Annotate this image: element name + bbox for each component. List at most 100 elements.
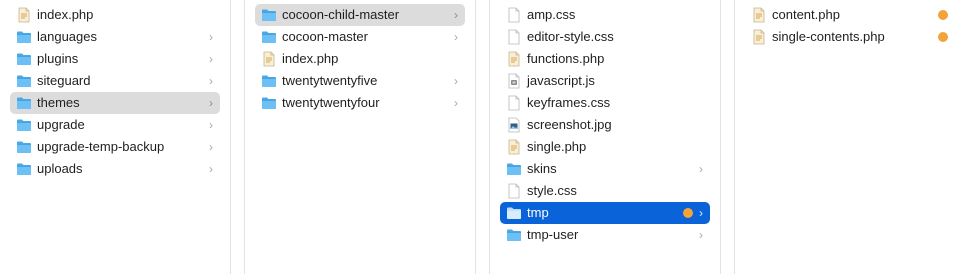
folder-row-twentytwentyfour[interactable]: twentytwentyfour › (255, 92, 465, 114)
file-row-functions-php[interactable]: functions.php (500, 48, 710, 70)
item-label: single.php (527, 139, 587, 154)
folder-icon (506, 205, 522, 221)
folder-icon (506, 227, 522, 243)
item-label: screenshot.jpg (527, 117, 612, 132)
folder-icon (261, 73, 277, 89)
chevron-right-icon: › (209, 52, 213, 66)
folder-row-skins[interactable]: skins › (500, 158, 710, 180)
file-row-editor-style-css[interactable]: editor-style.css (500, 26, 710, 48)
chevron-right-icon: › (209, 74, 213, 88)
document-icon (506, 95, 522, 111)
folder-row-twentytwentyfive[interactable]: twentytwentyfive › (255, 70, 465, 92)
folder-row-siteguard[interactable]: siteguard › (10, 70, 220, 92)
item-label: siteguard (37, 73, 91, 88)
chevron-right-icon: › (454, 74, 458, 88)
item-label: cocoon-master (282, 29, 368, 44)
chevron-right-icon: › (209, 118, 213, 132)
browser-column-2: cocoon-child-master › cocoon-master › inde… (245, 0, 475, 274)
script-file-icon (506, 73, 522, 89)
document-icon (506, 29, 522, 45)
php-file-icon (751, 29, 767, 45)
item-label: upgrade-temp-backup (37, 139, 165, 154)
chevron-right-icon: › (454, 8, 458, 22)
file-row-javascript-js[interactable]: javascript.js (500, 70, 710, 92)
php-file-icon (261, 51, 277, 67)
item-label: editor-style.css (527, 29, 614, 44)
file-row-keyframes-css[interactable]: keyframes.css (500, 92, 710, 114)
folder-icon (16, 51, 32, 67)
item-label: uploads (37, 161, 83, 176)
item-label: twentytwentyfour (282, 95, 380, 110)
php-file-icon (506, 139, 522, 155)
file-row-index-php[interactable]: index.php (10, 4, 220, 26)
file-row-single-contents-php[interactable]: single-contents.php (745, 26, 955, 48)
item-label: index.php (282, 51, 339, 66)
browser-column-4: content.php single-contents.php (735, 0, 965, 274)
image-file-icon (506, 117, 522, 133)
folder-row-cocoon-child-master[interactable]: cocoon-child-master › (255, 4, 465, 26)
folder-row-tmp-user[interactable]: tmp-user › (500, 224, 710, 246)
chevron-right-icon: › (209, 140, 213, 154)
folder-icon (16, 29, 32, 45)
chevron-right-icon: › (454, 30, 458, 44)
item-label: themes (37, 95, 80, 110)
item-label: plugins (37, 51, 79, 66)
document-icon (506, 183, 522, 199)
chevron-right-icon: › (454, 96, 458, 110)
item-label: javascript.js (527, 73, 595, 88)
column-divider[interactable] (475, 0, 476, 274)
column-divider[interactable] (230, 0, 231, 274)
item-label: style.css (527, 183, 577, 198)
folder-row-cocoon-master[interactable]: cocoon-master › (255, 26, 465, 48)
folder-row-upgrade-temp-backup[interactable]: upgrade-temp-backup › (10, 136, 220, 158)
document-icon (506, 7, 522, 23)
chevron-right-icon: › (699, 228, 703, 242)
item-label: cocoon-child-master (282, 7, 400, 22)
item-label: upgrade (37, 117, 85, 132)
browser-column-3: amp.css editor-style.css functions.php j… (490, 0, 720, 274)
php-file-icon (16, 7, 32, 23)
folder-icon (16, 139, 32, 155)
item-label: tmp-user (527, 227, 579, 242)
item-label: single-contents.php (772, 29, 885, 44)
item-label: amp.css (527, 7, 576, 22)
file-row-amp-css[interactable]: amp.css (500, 4, 710, 26)
item-label: twentytwentyfive (282, 73, 378, 88)
chevron-right-icon: › (209, 162, 213, 176)
folder-row-uploads[interactable]: uploads › (10, 158, 220, 180)
chevron-right-icon: › (209, 96, 213, 110)
item-label: skins (527, 161, 557, 176)
orange-tag-dot (683, 208, 693, 218)
item-label: tmp (527, 205, 549, 220)
folder-row-languages[interactable]: languages › (10, 26, 220, 48)
folder-row-plugins[interactable]: plugins › (10, 48, 220, 70)
chevron-right-icon: › (699, 206, 703, 220)
item-label: content.php (772, 7, 840, 22)
orange-tag-dot (938, 32, 948, 42)
folder-icon (16, 73, 32, 89)
file-row-single-php[interactable]: single.php (500, 136, 710, 158)
folder-row-tmp[interactable]: tmp › (500, 202, 710, 224)
file-row-screenshot-jpg[interactable]: screenshot.jpg (500, 114, 710, 136)
browser-column-1: index.php languages › plugins › siteguard ›… (0, 0, 230, 274)
folder-row-themes[interactable]: themes › (10, 92, 220, 114)
item-label: languages (37, 29, 97, 44)
folder-icon (16, 161, 32, 177)
folder-icon (261, 7, 277, 23)
item-label: keyframes.css (527, 95, 611, 110)
file-row-index-php[interactable]: index.php (255, 48, 465, 70)
column-divider[interactable] (720, 0, 721, 274)
php-file-icon (506, 51, 522, 67)
chevron-right-icon: › (209, 30, 213, 44)
chevron-right-icon: › (699, 162, 703, 176)
item-label: functions.php (527, 51, 605, 66)
file-row-style-css[interactable]: style.css (500, 180, 710, 202)
folder-icon (261, 95, 277, 111)
folder-row-upgrade[interactable]: upgrade › (10, 114, 220, 136)
folder-icon (261, 29, 277, 45)
file-row-content-php[interactable]: content.php (745, 4, 955, 26)
folder-icon (506, 161, 522, 177)
folder-icon (16, 95, 32, 111)
item-label: index.php (37, 7, 94, 22)
orange-tag-dot (938, 10, 948, 20)
